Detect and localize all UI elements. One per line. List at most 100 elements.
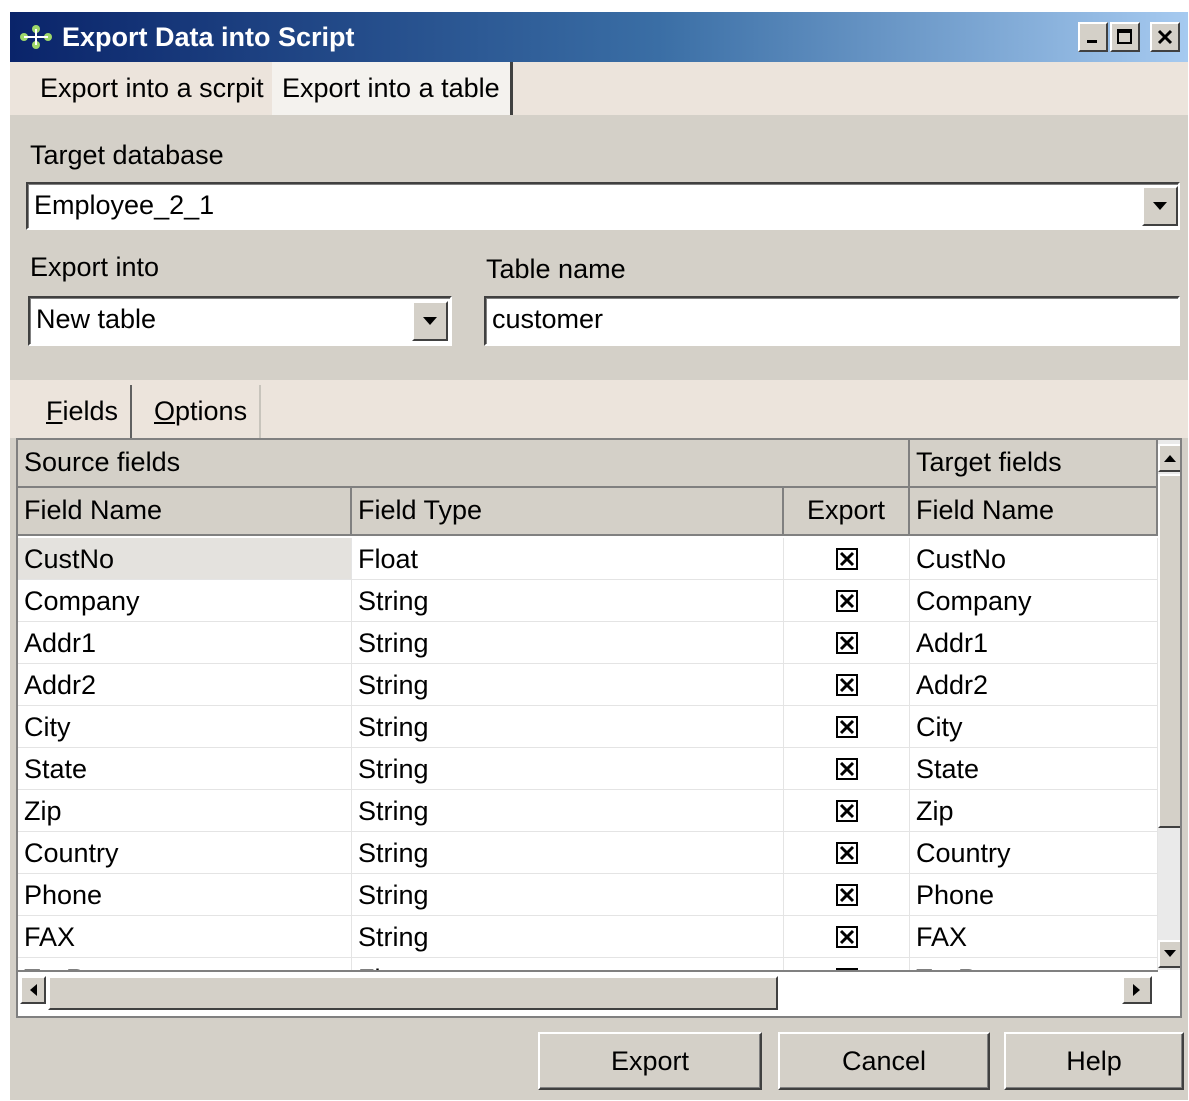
source-field-type-cell[interactable]: Float [352,538,784,580]
source-field-type-cell[interactable]: String [352,916,784,958]
export-checkbox-cell[interactable] [784,790,910,832]
target-field-name-cell[interactable]: Zip [910,790,1158,832]
target-fields-group-header: Target fields [910,440,1158,488]
table-name-label: Table name [486,254,626,284]
source-field-name-cell[interactable]: Country [18,832,352,874]
vertical-scroll-thumb[interactable] [1158,474,1180,828]
target-database-dropdown-button[interactable] [1142,186,1178,226]
target-field-name-cell[interactable]: Phone [910,874,1158,916]
export-checkbox[interactable] [836,548,858,570]
column-header-target-field-name[interactable]: Field Name [910,488,1158,536]
source-field-name-cell[interactable]: FAX [18,916,352,958]
export-checkbox[interactable] [836,884,858,906]
checkbox-x-icon [839,593,855,609]
source-field-name-cell[interactable]: City [18,706,352,748]
scroll-right-button[interactable] [1122,976,1152,1004]
column-header-field-name[interactable]: Field Name [18,488,352,536]
arrow-left-icon [30,984,37,996]
source-fields-group-header: Source fields [18,440,910,488]
export-checkbox-cell[interactable] [784,622,910,664]
source-field-type-cell[interactable]: String [352,580,784,622]
target-field-name-cell[interactable]: Addr1 [910,622,1158,664]
export-checkbox-cell[interactable] [784,706,910,748]
source-field-type-cell[interactable]: String [352,622,784,664]
checkbox-x-icon [839,929,855,945]
source-field-type-cell[interactable]: String [352,832,784,874]
maximize-button[interactable] [1110,22,1140,52]
target-field-name-cell[interactable]: Company [910,580,1158,622]
export-checkbox-cell[interactable] [784,580,910,622]
target-field-name-cell[interactable]: Addr2 [910,664,1158,706]
source-field-name-cell[interactable]: Phone [18,874,352,916]
export-into-label: Export into [30,252,160,282]
source-field-name-cell[interactable]: State [18,748,352,790]
export-into-select[interactable]: New table [28,296,452,346]
tab-export-into-table[interactable]: Export into a table [272,62,513,115]
checkbox-x-icon [839,677,855,693]
export-into-dropdown-button[interactable] [412,301,448,341]
fields-grid[interactable]: Source fields Target fields Field Name F… [16,438,1182,1018]
checkbox-x-icon [839,719,855,735]
export-dialog: Export Data into Script Export into a sc… [10,12,1188,1100]
source-field-name-cell[interactable]: Company [18,580,352,622]
column-header-export[interactable]: Export [784,488,910,536]
target-field-name-cell[interactable]: State [910,748,1158,790]
export-button[interactable]: Export [538,1032,762,1090]
column-header-field-type[interactable]: Field Type [352,488,784,536]
source-field-type-cell[interactable]: String [352,664,784,706]
export-checkbox[interactable] [836,632,858,654]
source-field-name-cell[interactable]: Addr2 [18,664,352,706]
minimize-icon [1087,40,1097,43]
grid-tabs: Fields Options [10,380,1188,438]
target-database-value: Employee_2_1 [34,190,215,220]
export-checkbox[interactable] [836,926,858,948]
scroll-down-button[interactable] [1158,940,1180,968]
tab-options-label: ptions [175,396,248,426]
export-checkbox[interactable] [836,674,858,696]
source-field-type-cell[interactable]: String [352,706,784,748]
checkbox-x-icon [839,551,855,567]
export-checkbox[interactable] [836,716,858,738]
target-database-select[interactable]: Employee_2_1 [26,182,1180,230]
arrow-right-icon [1133,984,1140,996]
target-field-name-cell[interactable]: Country [910,832,1158,874]
source-field-type-cell[interactable]: String [352,748,784,790]
maximize-icon [1117,29,1132,44]
target-field-name-cell[interactable]: FAX [910,916,1158,958]
cancel-button[interactable]: Cancel [778,1032,990,1090]
source-field-name-cell[interactable]: Zip [18,790,352,832]
export-checkbox[interactable] [836,842,858,864]
title-bar[interactable]: Export Data into Script [10,12,1188,62]
export-checkbox-cell[interactable] [784,538,910,580]
export-checkbox-cell[interactable] [784,664,910,706]
table-name-input[interactable]: customer [484,296,1180,346]
export-mode-tabs: Export into a scrpit Export into a table [10,62,1188,115]
export-checkbox[interactable] [836,758,858,780]
table-name-value: customer [492,304,604,334]
vertical-scrollbar[interactable] [1158,440,1180,970]
export-checkbox-cell[interactable] [784,748,910,790]
source-field-name-cell[interactable]: CustNo [18,538,352,580]
tab-options[interactable]: Options [142,385,262,438]
scroll-up-button[interactable] [1158,444,1180,472]
export-checkbox-cell[interactable] [784,916,910,958]
export-checkbox-cell[interactable] [784,874,910,916]
chevron-down-icon [1153,201,1167,210]
horizontal-scrollbar[interactable] [18,970,1158,1012]
source-field-type-cell[interactable]: String [352,874,784,916]
target-field-name-cell[interactable]: City [910,706,1158,748]
target-field-name-cell[interactable]: CustNo [910,538,1158,580]
export-checkbox-cell[interactable] [784,832,910,874]
app-icon [20,25,52,49]
help-button[interactable]: Help [1004,1032,1184,1090]
tab-export-into-script[interactable]: Export into a scrpit [30,62,274,115]
export-checkbox[interactable] [836,800,858,822]
horizontal-scroll-thumb[interactable] [48,976,778,1010]
source-field-type-cell[interactable]: String [352,790,784,832]
export-checkbox[interactable] [836,590,858,612]
source-field-name-cell[interactable]: Addr1 [18,622,352,664]
close-button[interactable] [1150,22,1180,52]
minimize-button[interactable] [1078,22,1108,52]
tab-fields[interactable]: Fields [34,385,133,438]
scroll-left-button[interactable] [20,976,46,1004]
